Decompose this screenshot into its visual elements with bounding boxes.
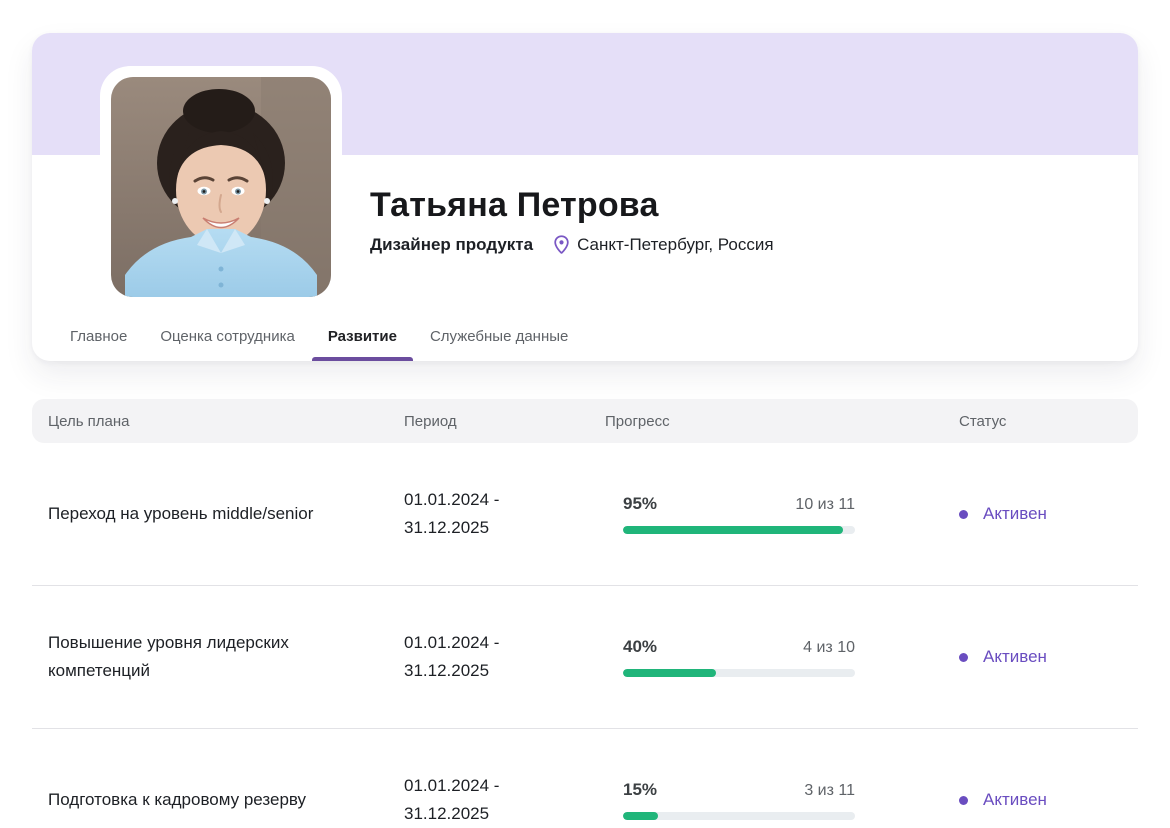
- tab-glavnoe[interactable]: Главное: [70, 311, 127, 361]
- page: Татьяна Петрова Дизайнер продукта Санкт-…: [0, 0, 1170, 828]
- employee-location: Санкт-Петербург, Россия: [551, 234, 774, 255]
- goal-cell: Подготовка к кадровому резерву: [48, 790, 307, 809]
- status-dot-icon: [959, 509, 968, 519]
- employee-role: Дизайнер продукта: [370, 234, 534, 254]
- table-row[interactable]: Повышение уровня лидерских компетенций 0…: [32, 586, 1138, 729]
- status-dot-icon: [959, 795, 968, 805]
- progress-count: 3 из 11: [804, 782, 855, 799]
- status-cell: Активен: [935, 647, 1138, 667]
- location-pin-icon: [554, 235, 569, 254]
- period-cell: 01.01.2024 - 31.12.2025: [404, 490, 500, 537]
- status-label: Активен: [983, 790, 1047, 809]
- progress-bar: [623, 812, 855, 820]
- table-header: Цель плана Период Прогресс Статус: [32, 399, 1138, 443]
- progress-bar: [623, 669, 855, 677]
- column-progress: Прогресс: [605, 412, 670, 430]
- development-plans-table: Цель плана Период Прогресс Статус Перехо…: [32, 399, 1138, 828]
- progress-cell: 15% 3 из 11: [605, 780, 935, 820]
- status-cell: Активен: [935, 790, 1138, 810]
- period-cell: 01.01.2024 - 31.12.2025: [404, 776, 500, 823]
- column-status: Статус: [959, 412, 1007, 430]
- profile-tabs: Главное Оценка сотрудника Развитие Служе…: [70, 311, 568, 361]
- tab-otsenka-sotrudnika[interactable]: Оценка сотрудника: [160, 311, 295, 361]
- profile-info: Татьяна Петрова Дизайнер продукта Санкт-…: [370, 186, 774, 255]
- column-period: Период: [404, 412, 457, 430]
- table-row[interactable]: Переход на уровень middle/senior 01.01.2…: [32, 443, 1138, 586]
- tab-sluzhebnye-dannye[interactable]: Служебные данные: [430, 311, 568, 361]
- profile-card: Татьяна Петрова Дизайнер продукта Санкт-…: [32, 33, 1138, 361]
- employee-location-text: Санкт-Петербург, Россия: [577, 234, 774, 254]
- progress-percent: 15%: [623, 780, 658, 799]
- progress-percent: 95%: [623, 494, 658, 513]
- column-goal: Цель плана: [48, 412, 130, 430]
- status-dot-icon: [959, 652, 968, 662]
- progress-bar-fill: [623, 526, 844, 534]
- table-row[interactable]: Подготовка к кадровому резерву 01.01.202…: [32, 729, 1138, 828]
- period-cell: 01.01.2024 - 31.12.2025: [404, 633, 500, 680]
- progress-bar-fill: [623, 669, 716, 677]
- goal-cell: Повышение уровня лидерских компетенций: [48, 633, 289, 680]
- status-cell: Активен: [935, 504, 1138, 524]
- progress-cell: 40% 4 из 10: [605, 637, 935, 677]
- progress-count: 10 из 11: [795, 496, 855, 513]
- progress-percent: 40%: [623, 637, 658, 656]
- goal-cell: Переход на уровень middle/senior: [48, 504, 314, 523]
- status-label: Активен: [983, 504, 1047, 523]
- progress-count: 4 из 10: [803, 639, 855, 656]
- employee-name: Татьяна Петрова: [370, 186, 659, 224]
- progress-cell: 95% 10 из 11: [605, 494, 935, 534]
- tab-razvitie[interactable]: Развитие: [311, 311, 414, 361]
- progress-bar: [623, 526, 855, 534]
- employee-photo: [111, 77, 331, 297]
- avatar: [100, 66, 342, 308]
- progress-bar-fill: [623, 812, 658, 820]
- status-label: Активен: [983, 647, 1047, 666]
